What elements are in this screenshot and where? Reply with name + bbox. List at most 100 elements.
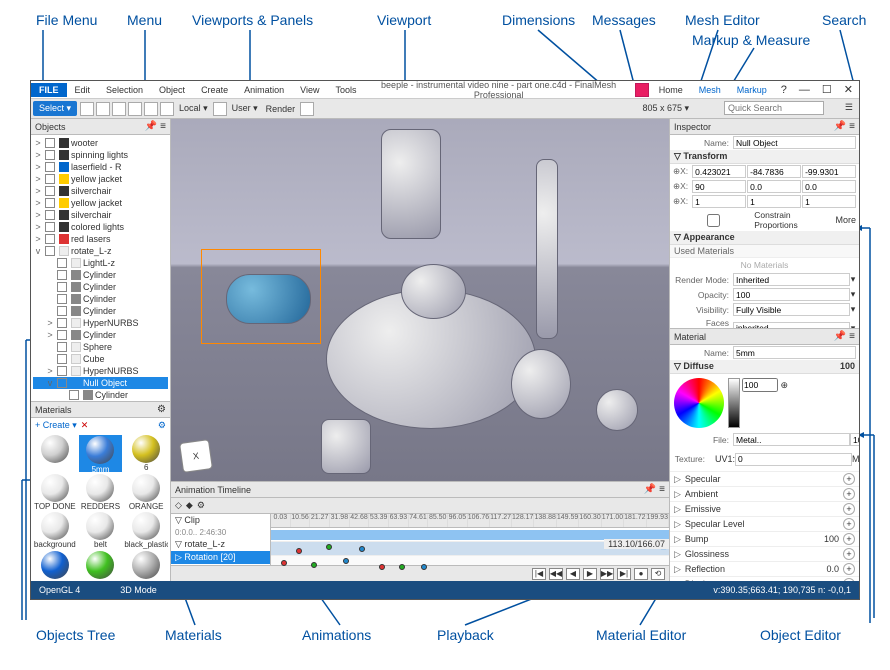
scl-y[interactable] <box>747 195 801 208</box>
material-thumbnail[interactable] <box>33 435 77 472</box>
tree-node[interactable]: >wooter <box>33 137 168 149</box>
expand-icon[interactable]: + <box>843 518 855 530</box>
loop-button[interactable]: ⟲ <box>651 568 665 580</box>
pan-icon[interactable] <box>160 102 174 116</box>
clip-row[interactable]: ▽ Clip <box>171 514 270 527</box>
tree-node[interactable]: Sphere <box>33 341 168 353</box>
prev-key-icon[interactable]: ◇ <box>175 500 182 511</box>
tree-node[interactable]: >yellow jacket <box>33 197 168 209</box>
delete-material-icon[interactable]: ✕ <box>81 420 89 431</box>
used-materials-section[interactable]: Used Materials <box>670 245 859 258</box>
material-thumbnail[interactable]: 6 <box>124 435 168 472</box>
rot-z[interactable] <box>802 180 856 193</box>
pos-x[interactable] <box>692 165 746 178</box>
expand-icon[interactable]: + <box>843 548 855 560</box>
record-button[interactable]: ● <box>634 568 648 580</box>
zoom-icon[interactable] <box>144 102 158 116</box>
tree-node[interactable]: >HyperNURBS <box>33 317 168 329</box>
tree-node[interactable]: >Cylinder <box>33 329 168 341</box>
pin-icon[interactable]: 📌 ≡ <box>145 121 166 132</box>
material-channel-row[interactable]: ▷Specular+ <box>670 471 859 486</box>
tree-node[interactable]: Cylinder <box>33 281 168 293</box>
play-button[interactable]: ▶ <box>583 568 597 580</box>
pin-icon[interactable]: 📌 ≡ <box>834 121 855 132</box>
pin-icon[interactable]: 📌 ≡ <box>834 331 855 342</box>
tab-home[interactable]: Home <box>651 83 691 97</box>
pin-icon[interactable]: 📌 ≡ <box>644 484 665 495</box>
material-thumbnail[interactable]: background <box>33 512 77 549</box>
gear-icon[interactable]: ⚙ <box>157 404 166 415</box>
constrain-checkbox[interactable] <box>673 214 754 227</box>
expand-icon[interactable]: + <box>843 488 855 500</box>
track-rotate[interactable]: ▽ rotate_L-z <box>171 538 270 551</box>
settings-icon[interactable]: ☰ <box>845 102 853 113</box>
scale-tool-icon[interactable] <box>112 102 126 116</box>
menu-tools[interactable]: Tools <box>327 83 364 97</box>
expand-icon[interactable]: + <box>843 473 855 485</box>
material-channel-row[interactable]: ▷Reflection0.0+ <box>670 561 859 576</box>
rot-x[interactable] <box>692 180 746 193</box>
pos-y[interactable] <box>747 165 801 178</box>
tab-markup[interactable]: Markup <box>729 83 775 97</box>
search-input[interactable] <box>724 101 824 115</box>
menu-create[interactable]: Create <box>193 83 236 97</box>
track-rotation[interactable]: ▷ Rotation [20] <box>171 551 270 564</box>
material-thumbnail[interactable]: 5mm <box>79 435 123 472</box>
tree-node[interactable]: >spinning lights <box>33 149 168 161</box>
gear-icon[interactable]: ⚙ <box>158 420 166 431</box>
prop-value[interactable] <box>733 273 850 286</box>
material-channel-row[interactable]: ▷Glossiness+ <box>670 546 859 561</box>
help-button[interactable]: ? <box>775 82 793 98</box>
scl-z[interactable] <box>802 195 856 208</box>
material-name-input[interactable] <box>733 346 856 359</box>
plus-icon[interactable]: ⊕ <box>781 380 789 390</box>
object-name-input[interactable] <box>733 136 856 149</box>
uv-value[interactable] <box>735 453 852 466</box>
tool-icon[interactable] <box>213 102 227 116</box>
rotate-tool-icon[interactable] <box>96 102 110 116</box>
prev-frame-button[interactable]: ◀◀ <box>549 568 563 580</box>
file-menu-button[interactable]: FILE <box>31 83 67 97</box>
material-channel-row[interactable]: ▷Bump100+ <box>670 531 859 546</box>
material-channel-row[interactable]: ▷Emissive+ <box>670 501 859 516</box>
axis-widget[interactable]: X <box>179 439 213 473</box>
color-value[interactable] <box>742 378 778 392</box>
scl-x[interactable] <box>692 195 746 208</box>
material-thumbnail[interactable] <box>79 551 123 579</box>
prop-value[interactable] <box>733 303 850 316</box>
messages-icon[interactable] <box>635 83 649 97</box>
color-wheel[interactable] <box>674 378 724 428</box>
material-thumbnail[interactable] <box>33 551 77 579</box>
goto-end-button[interactable]: ▶| <box>617 568 631 580</box>
material-thumbnail[interactable]: ORANGE HA.. <box>124 474 168 511</box>
menu-selection[interactable]: Selection <box>98 83 151 97</box>
tree-node[interactable]: Cylinder <box>33 389 168 401</box>
texture-pct[interactable] <box>850 433 859 446</box>
tree-node[interactable]: vNull Object <box>33 377 168 389</box>
prop-value[interactable] <box>733 322 850 330</box>
settings-icon[interactable]: ⚙ <box>197 500 205 511</box>
pos-z[interactable] <box>802 165 856 178</box>
select-tool-button[interactable]: Select ▾ <box>33 101 77 116</box>
user-dropdown[interactable]: User ▾ <box>232 103 258 114</box>
play-reverse-button[interactable]: ◀ <box>566 568 580 580</box>
add-key-icon[interactable]: ◆ <box>186 500 193 511</box>
tree-node[interactable]: >laserfield - R <box>33 161 168 173</box>
prop-value[interactable] <box>733 288 850 301</box>
timeline-tracks[interactable]: 0.0310.5621.2731.9842.6853.3963.9374.618… <box>271 514 669 565</box>
material-channel-row[interactable]: ▷Ambient+ <box>670 486 859 501</box>
3d-viewport[interactable]: X <box>171 119 669 481</box>
render-button[interactable]: Render <box>266 104 296 114</box>
next-frame-button[interactable]: ▶▶ <box>600 568 614 580</box>
menu-object[interactable]: Object <box>151 83 193 97</box>
tree-node[interactable]: >red lasers <box>33 233 168 245</box>
move-tool-icon[interactable] <box>80 102 94 116</box>
expand-icon[interactable]: + <box>843 503 855 515</box>
brightness-slider[interactable] <box>728 378 740 428</box>
material-thumbnail[interactable]: REDDERS <box>79 474 123 511</box>
texture-file[interactable] <box>733 433 850 446</box>
close-button[interactable]: ✕ <box>838 81 859 98</box>
tree-node[interactable]: >silverchair <box>33 209 168 221</box>
dimensions-dropdown[interactable]: 805 x 675 ▾ <box>642 103 689 114</box>
tree-node[interactable]: >HyperNURBS <box>33 365 168 377</box>
